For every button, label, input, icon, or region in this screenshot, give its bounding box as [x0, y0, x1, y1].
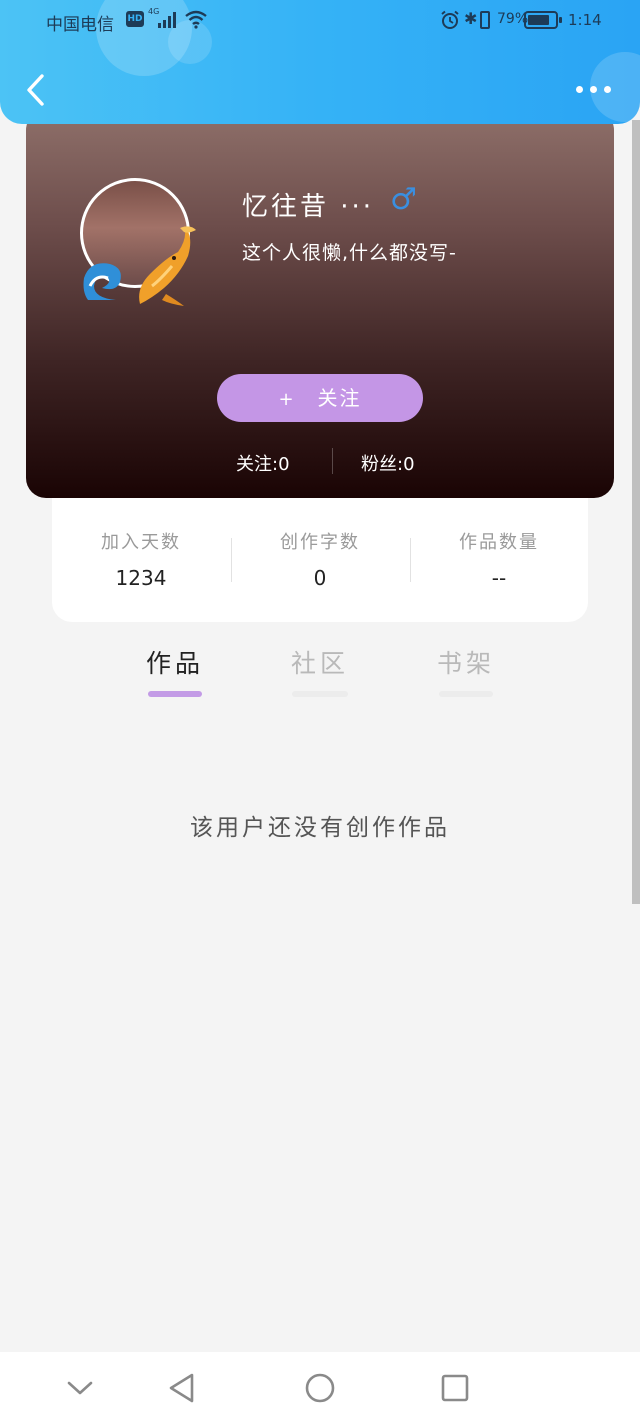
follow-button[interactable]: + 关注	[217, 374, 423, 422]
home-circle-icon[interactable]	[302, 1370, 338, 1406]
bio-text: 这个人很懒,什么都没写-	[242, 242, 457, 264]
stat-join-days: 加入天数 1234	[52, 528, 230, 590]
stat-works-count: 作品数量 --	[410, 528, 588, 590]
koi-wave-avatar-art	[83, 226, 196, 306]
following-count[interactable]: 关注:0	[236, 450, 290, 476]
stat-word-count: 创作字数 0	[231, 528, 409, 590]
signal-bars-icon	[158, 12, 180, 28]
system-nav-bar	[0, 1352, 640, 1422]
carrier-label: 中国电信	[46, 15, 114, 35]
wifi-icon	[185, 10, 207, 29]
stat-label: 加入天数	[101, 532, 181, 553]
back-triangle-icon[interactable]	[164, 1370, 200, 1406]
more-options-button[interactable]	[574, 86, 614, 96]
stat-value: 1234	[115, 566, 167, 590]
stat-label: 作品数量	[459, 532, 539, 553]
tab-community[interactable]: 社区	[280, 644, 360, 680]
stats-card: 加入天数 1234 创作字数 0 作品数量 --	[52, 498, 588, 622]
back-button[interactable]	[22, 72, 52, 108]
empty-state-message: 该用户还没有创作作品	[190, 815, 450, 841]
nickname: 忆往昔 ···	[242, 192, 375, 222]
vibrate-icon	[480, 11, 490, 29]
clock: 1:14	[568, 11, 602, 29]
dot-icon	[604, 86, 611, 93]
tab-indicator	[439, 691, 493, 697]
tab-indicator	[292, 691, 348, 697]
recents-square-icon[interactable]	[437, 1370, 473, 1406]
tab-works[interactable]: 作品	[135, 644, 215, 680]
fans-count[interactable]: 粉丝:0	[361, 450, 415, 476]
plus-icon: +	[278, 389, 296, 410]
dot-icon	[590, 86, 597, 93]
hd-badge: HD	[126, 11, 144, 27]
tab-bookshelf[interactable]: 书架	[426, 644, 506, 680]
dot-icon	[576, 86, 583, 93]
alarm-icon	[441, 10, 459, 29]
stat-value: --	[491, 566, 507, 590]
tab-indicator-active	[148, 691, 202, 697]
divider	[332, 448, 333, 474]
stat-label: 创作字数	[280, 532, 360, 553]
male-gender-icon: ♂	[390, 182, 417, 217]
scrollbar[interactable]	[632, 120, 640, 904]
battery-icon	[524, 11, 562, 29]
profile-page: 中国电信 HD 4G ✱ 79% 1:14 忆往昔 ··· ♂ 这个人很懒,什么…	[0, 0, 640, 1422]
chevron-down-icon[interactable]	[62, 1370, 98, 1406]
status-bar: 中国电信 HD 4G ✱ 79% 1:14	[0, 0, 640, 42]
profile-card: 忆往昔 ··· ♂ 这个人很懒,什么都没写- + 关注 关注:0 粉丝:0	[26, 110, 614, 498]
stat-value: 0	[313, 566, 327, 590]
bluetooth-icon: ✱	[464, 9, 478, 28]
follow-button-label: 关注	[317, 386, 362, 410]
top-header: 中国电信 HD 4G ✱ 79% 1:14	[0, 0, 640, 124]
